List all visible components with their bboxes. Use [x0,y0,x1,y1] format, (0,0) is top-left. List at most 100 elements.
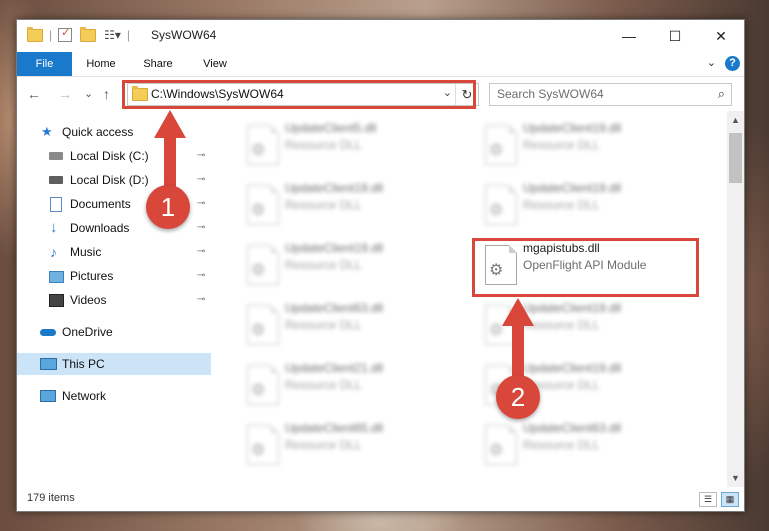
dll-file-icon: ⚙ [485,125,517,165]
file-type: Resource DLL [523,198,600,212]
search-input[interactable]: Search SysWOW64 ⌕ [489,83,732,106]
file-tile[interactable]: ⚙ UpdateClient63.dll Resource DLL [237,299,467,349]
document-icon [50,197,62,212]
tab-view[interactable]: View [189,52,241,76]
dll-file-icon: ⚙ [485,425,517,465]
dll-file-icon: ⚙ [247,185,279,225]
file-type: Resource DLL [285,138,362,152]
gear-icon: ⚙ [251,202,266,219]
sidebar-item-pictures[interactable]: Pictures ⊸ [17,265,211,287]
tab-file[interactable]: File [17,52,72,76]
file-name: UpdateClient63.dll [285,301,384,315]
file-highlight [472,238,699,297]
vertical-scrollbar[interactable]: ▲ ▼ [727,111,744,487]
customize-toolbar-icon[interactable]: ☷▾ [104,28,121,42]
properties-icon[interactable]: ✓ [58,27,73,42]
file-tile[interactable]: ⚙ UpdateClient19.dll Resource DLL [237,179,467,229]
gear-icon: ⚙ [489,142,504,159]
pin-icon[interactable]: ⊸ [197,217,205,239]
file-name: UpdateClient5.dll [285,121,377,135]
scroll-down-icon[interactable]: ▼ [731,473,740,483]
file-type: Resource DLL [285,378,362,392]
separator: | [49,28,53,42]
file-tile[interactable]: ⚙ UpdateClient19.dll Resource DLL [237,239,467,289]
sidebar-item-music[interactable]: ♪ Music ⊸ [17,241,211,263]
status-bar: 179 items ☰ ▦ [17,487,744,511]
sidebar-item-label: Downloads [70,221,130,235]
step-2-badge: 2 [496,375,540,419]
sidebar-item-label: Local Disk (D:) [70,173,149,187]
file-list: ⚙ UpdateClient5.dll Resource DLL ⚙ Updat… [213,111,727,487]
file-tile[interactable]: ⚙ UpdateClient63.dll Resource DLL [475,419,705,469]
tiles-view-icon[interactable]: ▦ [721,492,739,507]
step-1-badge: 1 [146,185,190,229]
pin-icon[interactable]: ⊸ [197,289,205,311]
file-tile[interactable]: ⚙ UpdateClient19.dll Resource DLL [475,179,705,229]
gear-icon: ⚙ [489,442,504,459]
video-icon [49,294,64,307]
ribbon: File Home Share View ⌄ ? [17,52,744,77]
scroll-up-icon[interactable]: ▲ [731,115,740,125]
sidebar-item-network[interactable]: Network [17,385,211,407]
pin-icon[interactable]: ⊸ [197,169,205,191]
pin-icon[interactable]: ⊸ [197,145,205,167]
tab-home[interactable]: Home [75,52,127,76]
expand-ribbon-icon[interactable]: ⌄ [707,56,716,69]
pin-icon[interactable]: ⊸ [197,193,205,215]
sidebar-item-label: Videos [70,293,107,307]
computer-icon [40,358,57,370]
picture-icon [49,271,64,283]
file-tile[interactable]: ⚙ UpdateClient21.dll Resource DLL [237,359,467,409]
file-name: UpdateClient19.dll [523,121,622,135]
dll-file-icon: ⚙ [247,245,279,285]
drive-icon [49,152,63,160]
gear-icon: ⚙ [251,322,266,339]
sidebar-item-label: Network [62,389,107,403]
drive-icon [49,176,63,184]
search-icon[interactable]: ⌕ [718,86,725,102]
close-button[interactable]: ✕ [698,20,744,52]
back-button[interactable]: ← [27,86,41,102]
file-tile[interactable]: ⚙ UpdateClient65.dll Resource DLL [237,419,467,469]
sidebar-item-label: This PC [62,357,105,371]
new-folder-icon[interactable] [80,26,97,42]
network-icon [40,390,56,402]
maximize-button[interactable]: ☐ [652,20,698,52]
up-button[interactable]: ↑ [103,86,110,102]
tab-share[interactable]: Share [132,52,184,76]
gear-icon: ⚙ [251,442,266,459]
sidebar-item-label: Music [70,245,102,259]
scrollbar-thumb[interactable] [729,133,742,183]
forward-button[interactable]: → [58,86,72,102]
details-view-icon[interactable]: ☰ [699,492,717,507]
dll-file-icon: ⚙ [247,125,279,165]
recent-locations-button[interactable]: ⌄ [84,87,93,100]
separator: | [126,28,131,42]
file-name: UpdateClient63.dll [523,421,622,435]
gear-icon: ⚙ [251,382,266,399]
minimize-button[interactable]: — [606,20,652,52]
pin-icon[interactable]: ⊸ [197,241,205,263]
help-icon[interactable]: ? [725,56,740,71]
music-icon: ♪ [50,244,57,260]
item-count: 179 items [27,492,75,504]
dll-file-icon: ⚙ [247,365,279,405]
pin-icon[interactable]: ⊸ [197,265,205,287]
sidebar-item-label: OneDrive [62,325,113,339]
search-placeholder: Search SysWOW64 [497,87,604,101]
file-type: Resource DLL [523,438,600,452]
sidebar-item-this-pc[interactable]: This PC [17,353,211,375]
sidebar-item-label: Local Disk (C:) [70,149,149,163]
sidebar-item-videos[interactable]: Videos ⊸ [17,289,211,311]
file-type: Resource DLL [523,138,600,152]
dll-file-icon: ⚙ [247,305,279,345]
file-tile[interactable]: ⚙ UpdateClient19.dll Resource DLL [475,119,705,169]
address-bar-highlight [122,80,476,109]
file-type: Resource DLL [285,318,362,332]
gear-icon: ⚙ [489,202,504,219]
gear-icon: ⚙ [251,262,266,279]
title-bar: | ✓ ☷▾ | SysWOW64 — ☐ ✕ [17,20,744,52]
star-icon: ★ [41,124,53,139]
sidebar-item-onedrive[interactable]: OneDrive [17,321,211,343]
file-tile[interactable]: ⚙ UpdateClient5.dll Resource DLL [237,119,467,169]
